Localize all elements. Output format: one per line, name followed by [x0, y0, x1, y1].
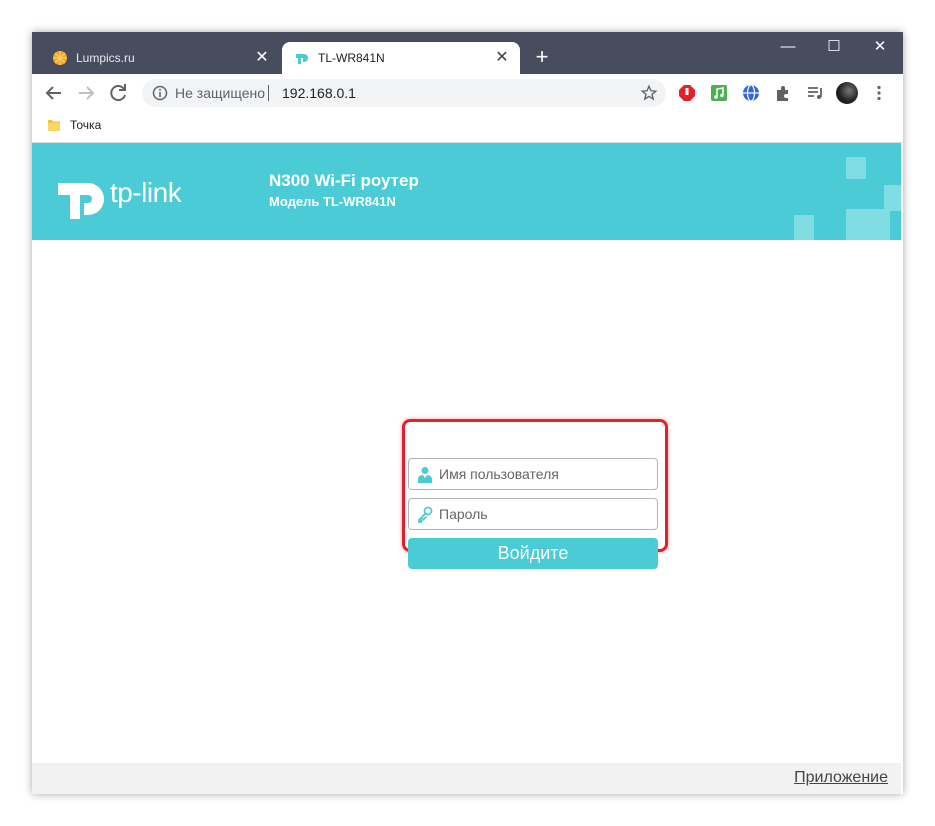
- playlist-icon[interactable]: [806, 84, 824, 102]
- maximize-button[interactable]: ☐: [811, 32, 857, 64]
- url-text[interactable]: 192.168.0.1: [282, 85, 356, 101]
- tplink-logo: tp-link: [58, 169, 188, 219]
- password-input[interactable]: [439, 503, 649, 525]
- address-separator: [268, 85, 269, 101]
- tab-title: Lumpics.ru: [76, 51, 135, 65]
- decoration: [794, 215, 814, 240]
- model-subtitle: Модель TL-WR841N: [269, 194, 396, 209]
- reload-icon[interactable]: [106, 81, 130, 105]
- tab-lumpics[interactable]: Lumpics.ru ✕: [40, 42, 280, 74]
- close-window-button[interactable]: ✕: [857, 32, 903, 64]
- music-icon[interactable]: [710, 84, 728, 102]
- password-field[interactable]: [408, 498, 658, 530]
- new-tab-button[interactable]: +: [530, 46, 554, 70]
- header-banner: tp-link N300 Wi-Fi роутер Модель TL-WR84…: [32, 143, 901, 240]
- security-label: Не защищено: [175, 85, 265, 101]
- model-title: N300 Wi-Fi роутер: [269, 171, 419, 190]
- bookmarks-bar: Точка: [32, 112, 903, 143]
- page-footer: Приложение: [32, 763, 901, 794]
- login-button[interactable]: Войдите: [408, 538, 658, 569]
- address-bar[interactable]: Не защищено 192.168.0.1: [142, 79, 666, 107]
- adblock-icon[interactable]: [678, 84, 696, 102]
- minimize-button[interactable]: —: [765, 32, 811, 64]
- logo-text: tp-link: [110, 177, 182, 208]
- browser-toolbar: Не защищено 192.168.0.1: [32, 74, 903, 112]
- app-link[interactable]: Приложение: [794, 769, 888, 787]
- username-field[interactable]: [408, 458, 658, 490]
- bookmark-star-icon[interactable]: [640, 84, 658, 102]
- tplink-logo-icon: [58, 183, 104, 219]
- browser-window: Lumpics.ru ✕ TL-WR841N ✕ + — ☐ ✕ Не защи…: [32, 32, 903, 794]
- tab-title: TL-WR841N: [318, 51, 385, 65]
- forward-icon[interactable]: [74, 81, 98, 105]
- decoration: [846, 209, 890, 240]
- key-icon: [418, 506, 433, 523]
- user-icon: [418, 467, 432, 483]
- back-icon[interactable]: [42, 81, 66, 105]
- tab-close-icon[interactable]: ✕: [252, 48, 272, 68]
- tab-tl-wr841n[interactable]: TL-WR841N ✕: [282, 42, 520, 74]
- username-input[interactable]: [439, 463, 649, 485]
- router-login-page: tp-link N300 Wi-Fi роутер Модель TL-WR84…: [32, 143, 903, 794]
- tab-close-icon[interactable]: ✕: [492, 48, 512, 68]
- decoration: [884, 185, 901, 211]
- puzzle-icon[interactable]: [774, 84, 792, 102]
- info-icon[interactable]: [152, 85, 168, 101]
- orange-icon: [53, 51, 67, 65]
- decoration: [846, 157, 866, 179]
- globe-icon[interactable]: [742, 84, 760, 102]
- tplink-icon: [296, 54, 308, 64]
- profile-avatar[interactable]: [836, 82, 858, 104]
- menu-dots-icon[interactable]: [870, 84, 888, 102]
- folder-icon: [48, 120, 60, 131]
- bookmark-label: Точка: [70, 118, 102, 132]
- tab-strip: Lumpics.ru ✕ TL-WR841N ✕ + — ☐ ✕: [32, 32, 903, 74]
